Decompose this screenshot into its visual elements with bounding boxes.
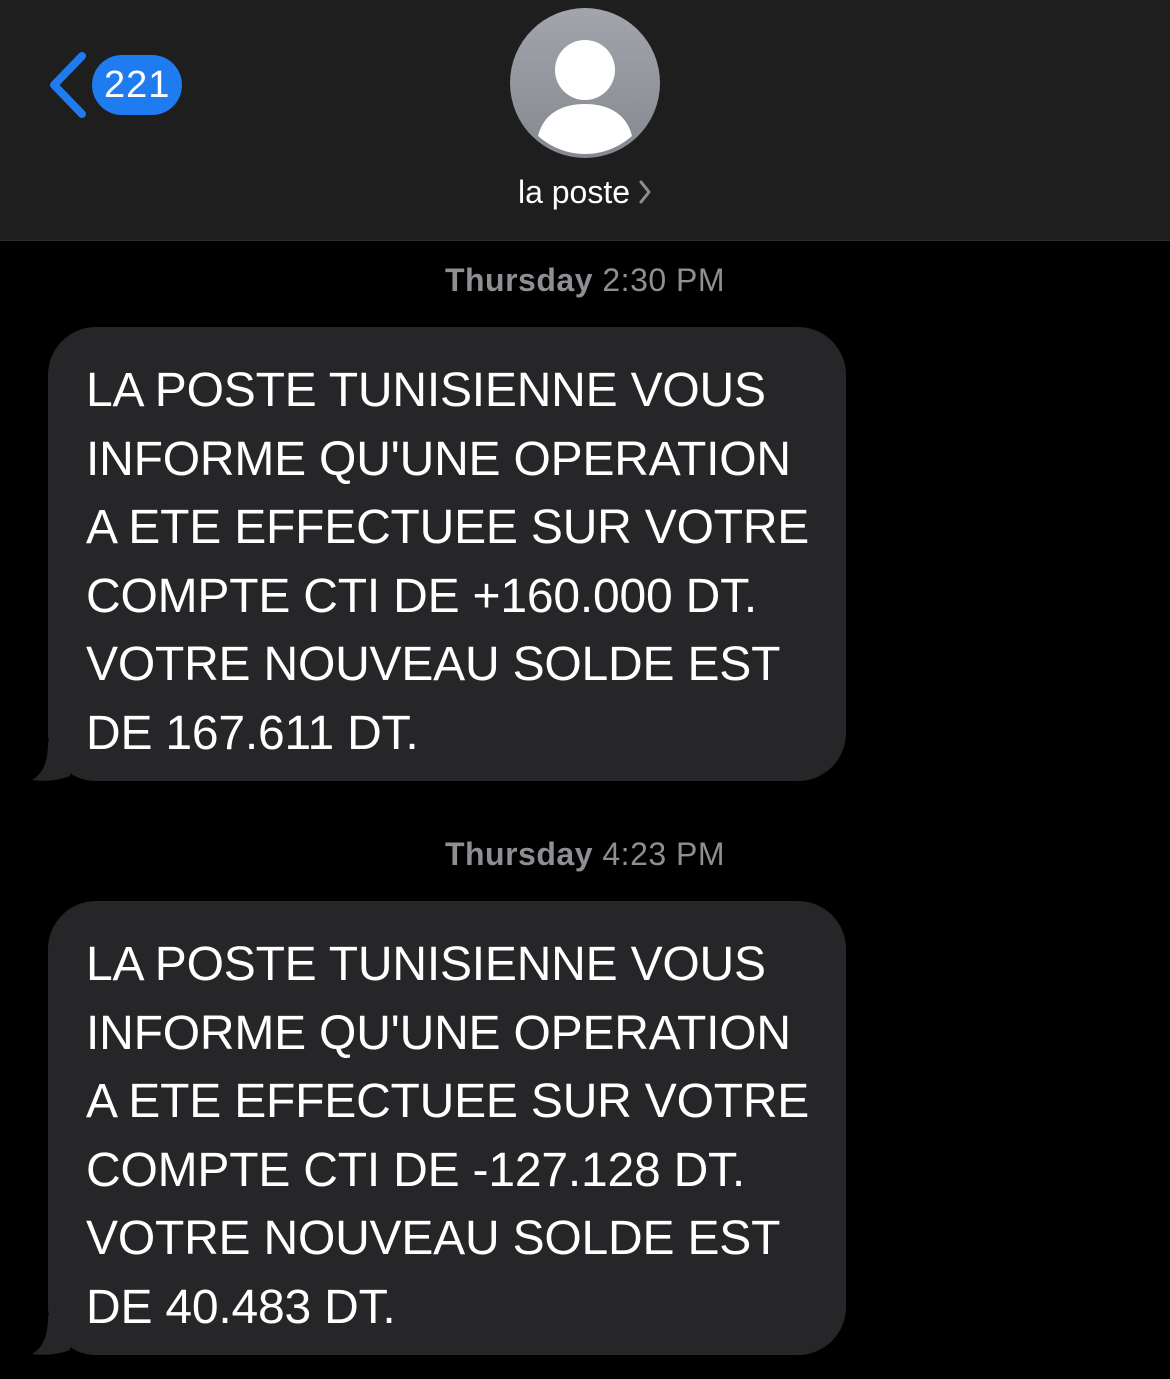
message-bubble[interactable]: LA POSTE TUNISIENNE VOUS INFORME QU'UNE … — [48, 327, 846, 781]
chevron-left-icon — [50, 52, 86, 118]
message-timestamp: Thursday 2:30 PM — [0, 260, 1170, 300]
contact-name-button[interactable]: la poste — [0, 172, 1170, 212]
contact-name: la poste — [517, 174, 631, 210]
message-bubble[interactable]: LA POSTE TUNISIENNE VOUS INFORME QU'UNE … — [48, 901, 846, 1355]
timestamp-time: 2:30 PM — [602, 262, 726, 298]
chevron-right-icon — [639, 180, 651, 204]
avatar[interactable] — [510, 8, 660, 158]
timestamp-day: Thursday — [444, 262, 593, 298]
timestamp-time: 4:23 PM — [602, 836, 726, 872]
message-timestamp: Thursday 4:23 PM — [0, 834, 1170, 874]
timestamp-day: Thursday — [444, 836, 593, 872]
unread-count-badge: 221 — [92, 55, 183, 115]
back-button[interactable]: 221 — [44, 50, 183, 120]
person-silhouette-icon — [538, 40, 632, 154]
conversation-header: 221 la poste — [0, 0, 1170, 241]
